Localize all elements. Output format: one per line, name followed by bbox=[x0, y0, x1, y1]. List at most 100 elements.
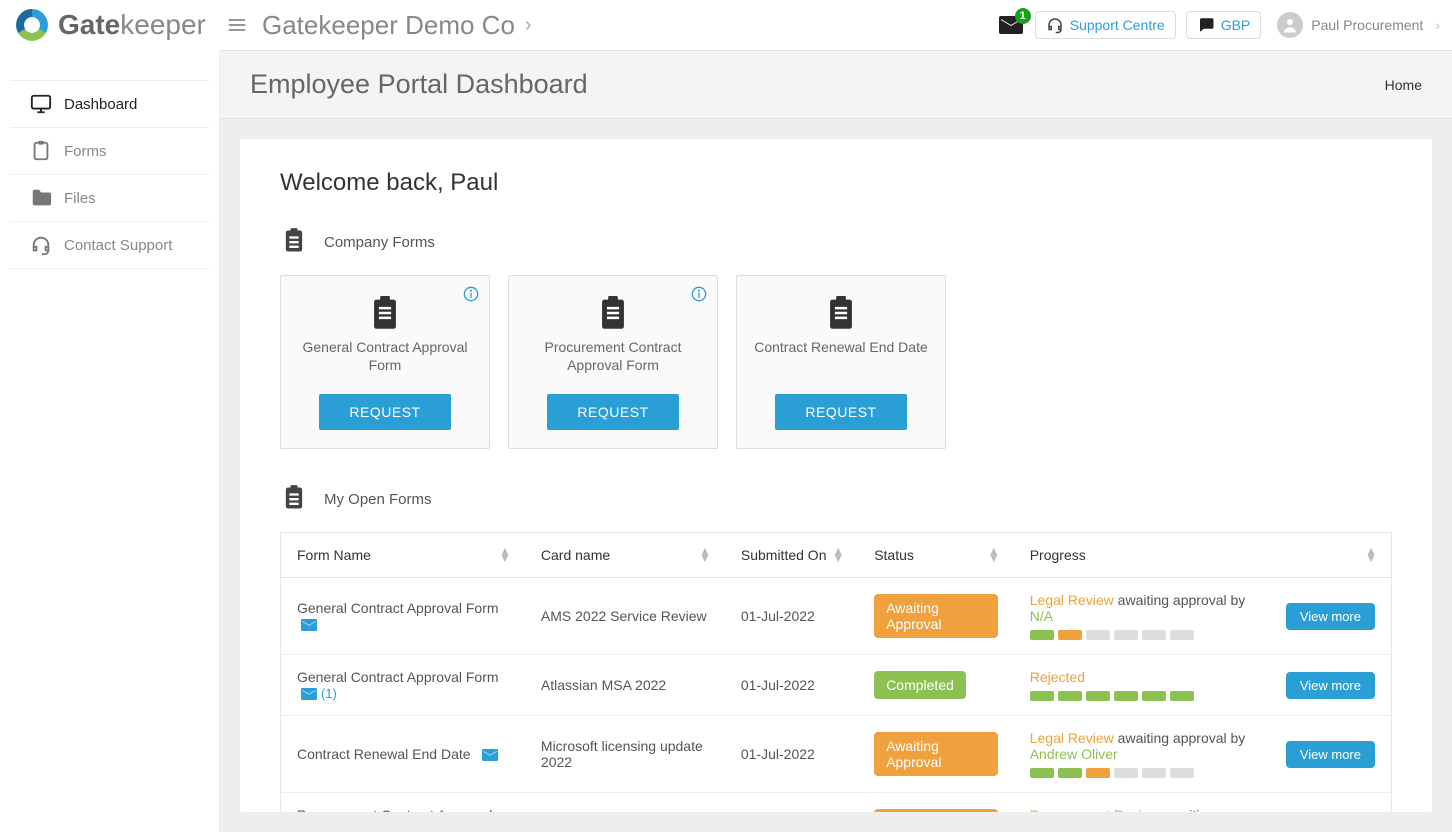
request-button[interactable]: REQUEST bbox=[775, 394, 906, 430]
company-form-title: Contract Renewal End Date bbox=[754, 338, 928, 376]
monitor-icon bbox=[30, 93, 52, 115]
status-badge: Completed bbox=[874, 671, 966, 699]
chevron-right-icon: › bbox=[1435, 17, 1440, 33]
progress-segment bbox=[1058, 691, 1082, 701]
sidebar-item-label: Dashboard bbox=[64, 96, 137, 113]
cell-status: Awaiting Approval bbox=[858, 793, 1014, 813]
sidebar-item-label: Contact Support bbox=[64, 237, 172, 254]
clipboard-icon bbox=[826, 296, 856, 330]
table-row: Contract Renewal End Date Microsoft lice… bbox=[281, 716, 1392, 793]
sort-icon[interactable]: ▲▼ bbox=[1365, 548, 1377, 562]
company-form-title: General Contract Approval Form bbox=[293, 338, 477, 376]
progress-segment bbox=[1170, 691, 1194, 701]
page-header: Employee Portal Dashboard Home bbox=[220, 50, 1452, 119]
column-header[interactable]: Submitted On▲▼ bbox=[725, 533, 858, 578]
sidebar-item-label: Files bbox=[64, 190, 96, 207]
view-more-button[interactable]: View more bbox=[1286, 741, 1375, 768]
progress-segment bbox=[1170, 768, 1194, 778]
info-icon[interactable] bbox=[463, 286, 479, 302]
mail-count[interactable]: (1) bbox=[321, 686, 337, 701]
logo-icon bbox=[12, 5, 52, 45]
cell-submitted-on: 01-Jul-2022 bbox=[725, 578, 858, 655]
sort-icon[interactable]: ▲▼ bbox=[499, 548, 511, 562]
progress-text: Procurement Review awaiting approval by … bbox=[1030, 807, 1266, 812]
table-row: General Contract Approval Form (1)Atlass… bbox=[281, 655, 1392, 716]
support-centre-button[interactable]: Support Centre bbox=[1035, 11, 1176, 39]
column-header[interactable]: Form Name▲▼ bbox=[281, 533, 525, 578]
page-title: Employee Portal Dashboard bbox=[250, 69, 588, 100]
progress-segment bbox=[1114, 691, 1138, 701]
clipboard-icon bbox=[370, 296, 400, 330]
progress-bar bbox=[1030, 691, 1194, 701]
view-more-button[interactable]: View more bbox=[1286, 603, 1375, 630]
info-icon[interactable] bbox=[691, 286, 707, 302]
sort-icon[interactable]: ▲▼ bbox=[832, 548, 844, 562]
sidebar-item-files[interactable]: Files bbox=[10, 175, 209, 222]
progress-segment bbox=[1142, 630, 1166, 640]
cell-progress: Legal Review awaiting approval by N/A Vie… bbox=[1014, 578, 1392, 655]
mail-icon[interactable] bbox=[301, 688, 317, 700]
chevron-right-icon: › bbox=[525, 14, 532, 37]
company-form-card: General Contract Approval Form REQUEST bbox=[280, 275, 490, 449]
column-header[interactable]: Status▲▼ bbox=[858, 533, 1014, 578]
sort-icon[interactable]: ▲▼ bbox=[699, 548, 711, 562]
column-header[interactable]: Card name▲▼ bbox=[525, 533, 725, 578]
status-badge: Awaiting Approval bbox=[874, 809, 998, 812]
cell-card-name: Microsoft licensing update 2022 bbox=[525, 716, 725, 793]
progress-segment bbox=[1058, 768, 1082, 778]
request-button[interactable]: REQUEST bbox=[547, 394, 678, 430]
mail-icon[interactable] bbox=[301, 619, 317, 631]
progress-bar bbox=[1030, 768, 1266, 778]
cell-form-name: General Contract Approval Form (1) bbox=[281, 655, 525, 716]
sort-icon[interactable]: ▲▼ bbox=[988, 548, 1000, 562]
currency-label: GBP bbox=[1221, 17, 1251, 33]
cell-card-name: AMS 2022 Service Review bbox=[525, 578, 725, 655]
cell-progress: RejectedView more bbox=[1014, 655, 1392, 716]
headset-icon bbox=[30, 234, 52, 256]
open-forms-table: Form Name▲▼Card name▲▼Submitted On▲▼Stat… bbox=[280, 532, 1392, 812]
progress-segment bbox=[1114, 768, 1138, 778]
menu-toggle-icon[interactable] bbox=[220, 8, 254, 42]
sidebar-item-dashboard[interactable]: Dashboard bbox=[10, 80, 209, 128]
progress-segment bbox=[1114, 630, 1138, 640]
sidebar-item-forms[interactable]: Forms bbox=[10, 128, 209, 175]
request-button[interactable]: REQUEST bbox=[319, 394, 450, 430]
brand[interactable]: Gatekeeper bbox=[0, 5, 220, 45]
company-form-card: Contract Renewal End Date REQUEST bbox=[736, 275, 946, 449]
progress-segment bbox=[1086, 768, 1110, 778]
cell-form-name: Contract Renewal End Date bbox=[281, 716, 525, 793]
clipboard-icon bbox=[598, 296, 628, 330]
company-form-title: Procurement Contract Approval Form bbox=[521, 338, 705, 376]
progress-segment bbox=[1030, 630, 1054, 640]
progress-bar bbox=[1030, 630, 1266, 640]
cell-progress: Procurement Review awaiting approval by … bbox=[1014, 793, 1392, 813]
cell-submitted-on: 01-Jul-2022 bbox=[725, 655, 858, 716]
inbox-button[interactable]: 1 bbox=[997, 14, 1025, 36]
avatar-icon bbox=[1277, 12, 1303, 38]
progress-segment bbox=[1086, 630, 1110, 640]
company-name: Gatekeeper Demo Co bbox=[262, 10, 515, 41]
progress-text: Legal Review awaiting approval by N/A bbox=[1030, 592, 1266, 624]
sidebar-item-contact-support[interactable]: Contact Support bbox=[10, 222, 209, 269]
clipboard-icon bbox=[30, 140, 52, 162]
view-more-button[interactable]: View more bbox=[1286, 672, 1375, 699]
clipboard-icon bbox=[280, 227, 310, 257]
cell-submitted-on: 01-Jul-2022 bbox=[725, 793, 858, 813]
user-menu[interactable]: Paul Procurement › bbox=[1277, 12, 1440, 38]
cell-card-name: Atlassian MSA 2022 bbox=[525, 655, 725, 716]
progress-segment bbox=[1086, 691, 1110, 701]
sidebar: Dashboard Forms Files Contact Support bbox=[0, 50, 220, 832]
status-badge: Awaiting Approval bbox=[874, 594, 998, 638]
company-switcher[interactable]: Gatekeeper Demo Co › bbox=[262, 10, 532, 41]
company-forms-list: General Contract Approval Form REQUEST Pro… bbox=[280, 275, 1392, 449]
column-header[interactable]: Progress▲▼ bbox=[1014, 533, 1392, 578]
table-row: General Contract Approval FormAMS 2022 S… bbox=[281, 578, 1392, 655]
support-centre-label: Support Centre bbox=[1070, 17, 1165, 33]
mail-icon[interactable] bbox=[482, 749, 498, 761]
table-row: Procurement Contract Approval FormDell L… bbox=[281, 793, 1392, 813]
topbar: Gatekeeper Gatekeeper Demo Co › 1 Suppor… bbox=[0, 0, 1452, 50]
breadcrumb-home[interactable]: Home bbox=[1385, 77, 1422, 93]
cell-submitted-on: 01-Jul-2022 bbox=[725, 716, 858, 793]
cell-status: Awaiting Approval bbox=[858, 716, 1014, 793]
currency-switcher[interactable]: GBP bbox=[1186, 11, 1262, 39]
